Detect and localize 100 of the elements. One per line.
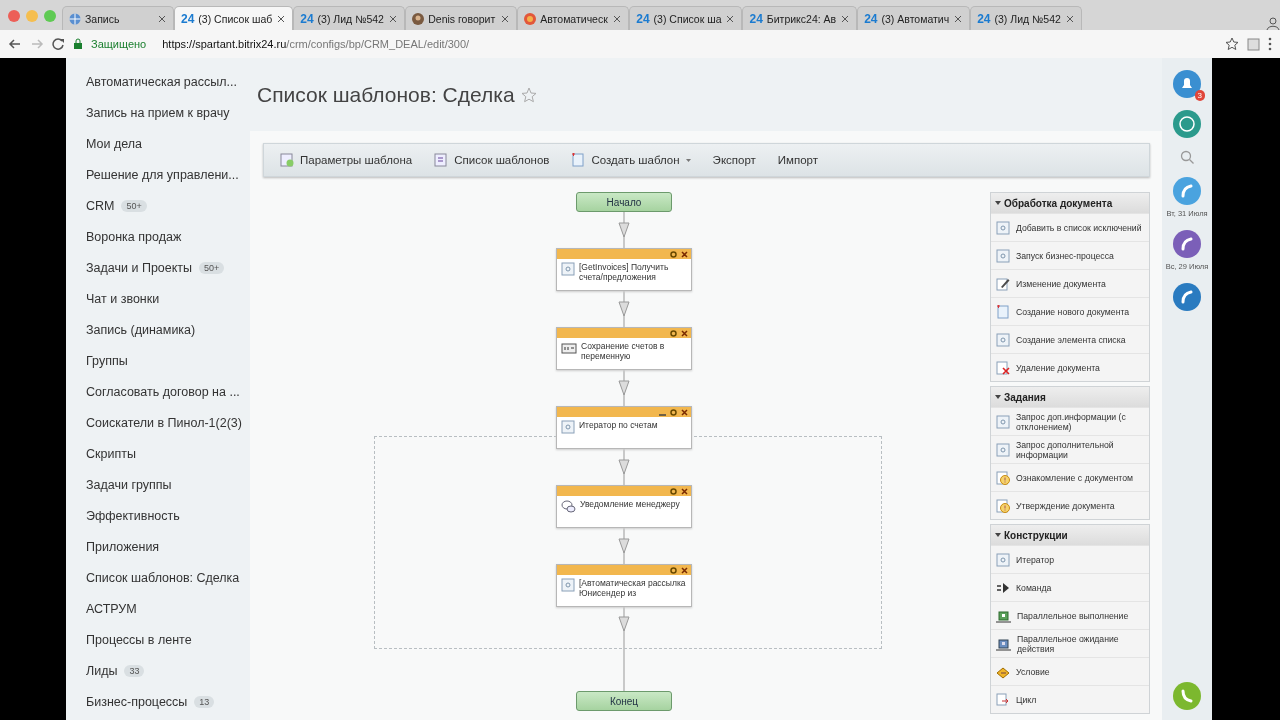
palette-item[interactable]: Итератор [1016,554,1054,565]
phone-call-icon[interactable] [1173,177,1201,205]
bitrix-logo: 24 [300,11,314,26]
document-icon [561,262,575,276]
menu-item[interactable]: Лиды [86,663,118,678]
back-icon [8,38,22,50]
palette-item[interactable]: Ознакомление с документом [1016,472,1133,483]
document-icon [996,414,1010,429]
menu-item[interactable]: Задачи и Проекты [86,260,193,275]
menu-item[interactable]: Мои дела [86,136,143,151]
end-node[interactable]: Конец [576,691,672,711]
activity-node[interactable]: Уведомление менеджеру [556,485,692,528]
connector-arrow [618,449,630,485]
palette-item[interactable]: Создание нового документа [1016,306,1130,317]
start-node[interactable]: Начало [576,192,672,212]
menu-item[interactable]: Автоматическая рассыл... [86,74,237,89]
connector-arrow [618,212,630,248]
palette-item[interactable]: Условие [1016,666,1050,677]
menu-item[interactable]: Задачи группы [86,477,172,492]
pencil-icon [996,276,1010,291]
palette-item[interactable]: Цикл [1016,694,1037,705]
palette-item[interactable]: Удаление документа [1016,362,1100,373]
warning-document-icon [996,498,1010,513]
menu-item[interactable]: Согласовать договор на ... [86,384,240,399]
menu-item[interactable]: CRM [86,198,115,213]
palette-item[interactable]: Создание элемента списка [1016,334,1126,345]
menu-item[interactable]: Эффективность [86,508,180,523]
palette-item[interactable]: Изменение документа [1016,278,1106,289]
connector-arrow [618,291,630,327]
favorite-star-icon[interactable] [520,86,537,103]
counter-badge: 50+ [199,261,225,274]
settings-icon [670,250,677,258]
profile-icon [1266,16,1280,30]
toolbar-button[interactable]: Список шаблонов [434,153,550,167]
menu-item[interactable]: Список шаблонов: Сделка [86,570,240,585]
notification-badge: 3 [1194,90,1205,101]
menu-item[interactable]: Чат и звонки [86,291,160,306]
counter-badge: 13 [194,695,215,708]
menu-item[interactable]: Запись (динамика) [86,322,196,337]
bitrix-logo: 24 [749,11,763,26]
toolbar-button[interactable]: Экспорт [712,154,756,166]
parallel-icon [996,608,1011,623]
toolbar-button[interactable]: Создать шаблон [571,153,691,167]
palette-item[interactable]: Запрос доп.информации (с отклонением) [1016,411,1146,432]
browser-tab[interactable]: Denis говорит [405,6,518,30]
close-icon [681,408,688,416]
activity-node[interactable]: Сохранение счетов в переменную [556,327,692,370]
browser-tab[interactable]: 24 (3) Лид №542 [293,6,406,30]
phone-call-icon[interactable] [1173,230,1201,258]
command-icon [996,580,1010,595]
palette-item[interactable]: Запрос дополнительной информации [1016,439,1146,460]
toolbar-button[interactable]: Импорт [777,154,819,166]
counter-badge: 33 [124,664,145,677]
menu-item[interactable]: Воронка продаж [86,229,182,244]
browser-tab[interactable]: 24 (3) Лид №542 [970,6,1083,30]
browser-tab[interactable]: 24 Битрикс24: Ав [742,6,858,30]
browser-tab[interactable]: 24 (3) Список ша [629,6,743,30]
more-icon [1268,37,1272,51]
palette-item[interactable]: Утверждение документа [1016,500,1115,511]
browser-tab[interactable]: 24 (3) Список шаб [174,6,294,30]
extension-icon [1247,37,1260,51]
circle-icon [524,12,537,25]
browser-tab[interactable]: Запись [62,6,174,30]
palette-item[interactable]: Параллельное ожидание действия [1017,633,1146,654]
palette-item[interactable]: Запуск бизнес-процесса [1016,250,1114,261]
close-icon [1065,13,1076,24]
document-icon [561,578,575,592]
browser-tab[interactable]: 24 (3) Автоматич [857,6,971,30]
palette-item[interactable]: Добавить в список исключений [1016,222,1142,233]
phone-icon[interactable] [1173,682,1201,710]
toolbar-button[interactable]: Параметры шаблона [280,153,413,167]
close-icon [681,487,688,495]
menu-item[interactable]: Бизнес-процессы [86,694,188,709]
phone-call-icon[interactable] [1173,283,1201,311]
url-field[interactable]: https://spartant.bitrix24.ru/crm/configs/bp/CRM_DEAL/edit/300/ [162,38,470,50]
document-icon [996,332,1010,347]
delete-document-icon [996,360,1010,375]
avatar-icon [412,12,425,25]
palette-item[interactable]: Команда [1016,582,1052,593]
browser-tab[interactable]: Автоматическ [517,6,630,30]
menu-item[interactable]: Решение для управлени... [86,167,239,182]
activity-node[interactable]: [GetInvoices] Получить счета/предложения [556,248,692,291]
settings-icon [670,329,677,337]
menu-item[interactable]: АСТРУМ [86,601,137,616]
close-icon [500,13,511,24]
palette-item[interactable]: Параллельное выполнение [1017,610,1129,621]
menu-item[interactable]: Приложения [86,539,160,554]
menu-item[interactable]: Соискатели в Пинол-1(2(3) [86,415,242,430]
group-title[interactable]: Задания [1004,391,1046,403]
activity-node[interactable]: Итератор по счетам [556,406,692,449]
menu-item[interactable]: Скрипты [86,446,136,461]
bookmark-star-icon [1225,37,1239,51]
menu-item[interactable]: Группы [86,353,128,368]
menu-item[interactable]: Запись на прием к врачу [86,105,230,120]
variable-icon [561,341,577,355]
close-icon [276,13,287,24]
menu-item[interactable]: Процессы в ленте [86,632,192,647]
activity-node[interactable]: [Автоматическая рассылка Юнисендер из [556,564,692,607]
notification-bell-icon [1173,70,1201,98]
page-title: Список шаблонов: Сделка [257,82,515,107]
